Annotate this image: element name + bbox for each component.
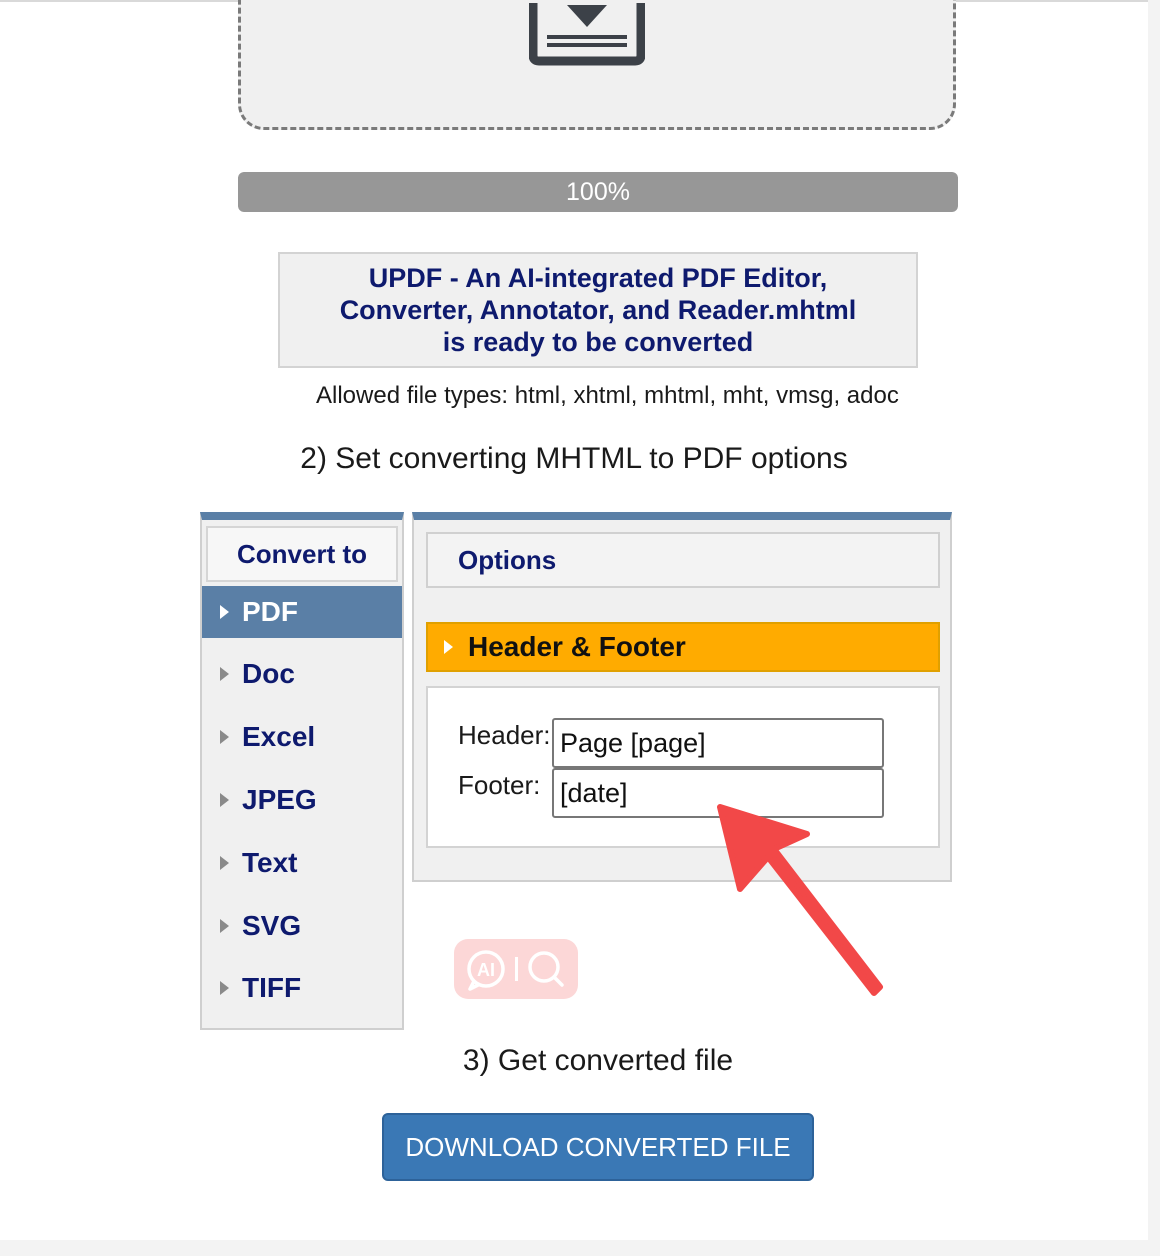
format-label: TIFF bbox=[242, 972, 302, 1003]
format-svg[interactable]: SVG bbox=[202, 900, 402, 952]
format-excel[interactable]: Excel bbox=[202, 711, 402, 763]
format-label: JPEG bbox=[242, 784, 317, 815]
ai-search-widget[interactable]: AI bbox=[454, 939, 578, 999]
step2-heading: 2) Set converting MHTML to PDF options bbox=[300, 442, 848, 475]
format-label: Text bbox=[242, 847, 298, 878]
search-icon bbox=[528, 951, 564, 987]
triangle-right-icon bbox=[220, 793, 229, 807]
triangle-right-icon bbox=[220, 667, 229, 681]
page: 100% UPDF - An AI-integrated PDF Editor,… bbox=[0, 0, 1148, 1240]
download-converted-file-button[interactable]: DOWNLOAD CONVERTED FILE bbox=[382, 1113, 814, 1181]
file-dropzone[interactable] bbox=[238, 0, 956, 130]
convert-to-panel: Convert to PDF Doc Excel JPEG Text SVG T… bbox=[200, 512, 404, 1030]
triangle-right-icon bbox=[220, 856, 229, 870]
triangle-right-icon bbox=[220, 981, 229, 995]
format-text[interactable]: Text bbox=[202, 837, 402, 889]
format-label: PDF bbox=[242, 596, 298, 627]
header-label: Header: bbox=[458, 720, 551, 750]
file-status-line-1: UPDF - An AI-integrated PDF Editor, bbox=[368, 263, 828, 293]
triangle-right-icon bbox=[220, 919, 229, 933]
format-label: Doc bbox=[242, 658, 295, 689]
triangle-right-icon bbox=[220, 605, 229, 619]
svg-text:AI: AI bbox=[477, 960, 495, 980]
format-jpeg[interactable]: JPEG bbox=[202, 774, 402, 826]
triangle-right-icon bbox=[444, 640, 453, 654]
allowed-file-types: Allowed file types: html, xhtml, mhtml, … bbox=[316, 382, 899, 409]
file-status-line-3: is ready to be converted bbox=[442, 327, 754, 357]
upload-progress-bar: 100% bbox=[238, 172, 958, 212]
header-input[interactable] bbox=[552, 718, 884, 768]
ai-widget-graphic: AI bbox=[467, 950, 564, 991]
red-arrow-annotation-icon bbox=[717, 804, 883, 996]
format-tiff[interactable]: TIFF bbox=[202, 962, 402, 1014]
file-ready-box: UPDF - An AI-integrated PDF Editor, Conv… bbox=[278, 252, 918, 368]
step3-heading: 3) Get converted file bbox=[462, 1044, 734, 1077]
format-label: Excel bbox=[242, 721, 316, 752]
download-tray-icon bbox=[529, 3, 645, 66]
options-title: Options bbox=[426, 532, 940, 588]
header-footer-section-toggle[interactable]: Header & Footer bbox=[426, 622, 940, 672]
convert-to-header: Convert to bbox=[206, 526, 398, 582]
format-label: SVG bbox=[242, 910, 302, 941]
format-doc[interactable]: Doc bbox=[202, 648, 402, 700]
ai-icon: AI bbox=[467, 950, 505, 991]
triangle-right-icon bbox=[220, 730, 229, 744]
footer-label: Footer: bbox=[458, 770, 541, 800]
file-status-line-2: Converter, Annotator, and Reader.mhtml bbox=[339, 295, 857, 325]
section-label: Header & Footer bbox=[468, 631, 686, 662]
format-pdf[interactable]: PDF bbox=[202, 586, 402, 638]
progress-label: 100% bbox=[566, 178, 630, 206]
